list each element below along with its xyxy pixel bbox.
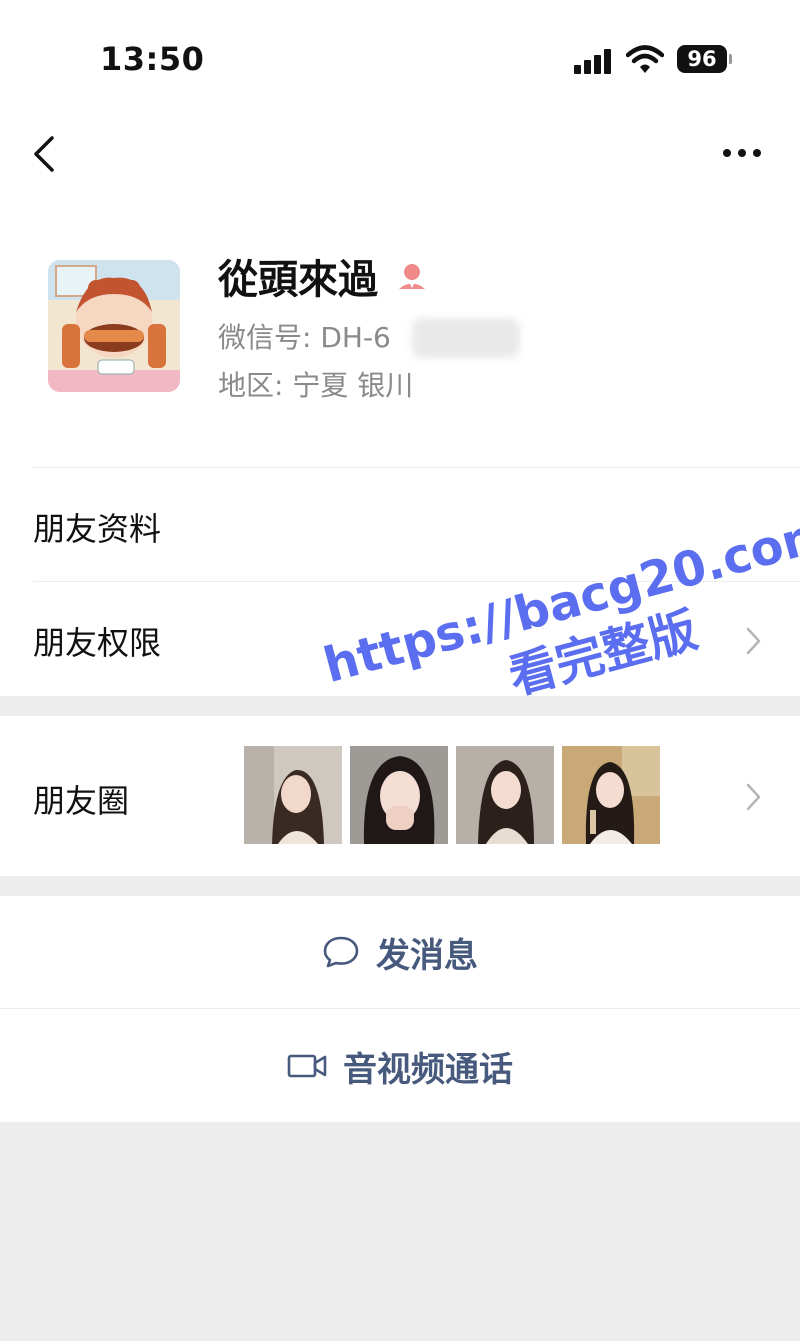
chevron-right-icon <box>746 627 761 655</box>
wifi-icon <box>626 45 664 73</box>
profile-name: 從頭來過 <box>218 257 378 303</box>
moments-label: 朋友圈 <box>33 782 130 820</box>
battery-level: 96 <box>687 47 717 71</box>
friend-permissions-row[interactable]: 朋友权限 <box>33 618 161 664</box>
back-chevron-icon[interactable] <box>28 132 64 176</box>
profile-name-row: 從頭來過 <box>218 248 428 304</box>
friend-info-row[interactable]: 朋友资料 <box>33 504 161 550</box>
signal-icon <box>574 48 614 74</box>
wechat-id: 微信号: DH-6 <box>218 321 391 354</box>
send-message-label: 发消息 <box>376 935 478 976</box>
battery-tip <box>729 54 732 64</box>
video-camera-icon <box>287 1054 327 1078</box>
moments-thumbnail <box>350 746 448 844</box>
moments-thumbnail <box>562 746 660 844</box>
moments-thumbnail <box>456 746 554 844</box>
video-call-label: 音视频通话 <box>343 1049 513 1090</box>
video-call-button[interactable]: 音视频通话 <box>0 1010 800 1122</box>
chat-bubble-icon <box>323 936 359 968</box>
redacted-blur <box>412 318 520 358</box>
region: 地区: 宁夏 银川 <box>218 369 414 402</box>
send-message-button[interactable]: 发消息 <box>0 896 800 1008</box>
chevron-right-icon <box>746 783 761 811</box>
female-gender-icon <box>399 264 425 289</box>
divider <box>0 1008 800 1009</box>
avatar-illustration <box>48 260 180 392</box>
status-time: 13:50 <box>100 40 205 78</box>
moments-thumbnail <box>244 746 342 844</box>
avatar[interactable] <box>48 260 180 392</box>
divider <box>33 467 800 468</box>
action-panel: 发消息 音视频通话 <box>0 896 800 1122</box>
more-options-icon[interactable] <box>718 140 766 166</box>
moments-row[interactable]: 朋友圈 <box>0 716 800 876</box>
battery-icon: 96 <box>677 45 727 73</box>
